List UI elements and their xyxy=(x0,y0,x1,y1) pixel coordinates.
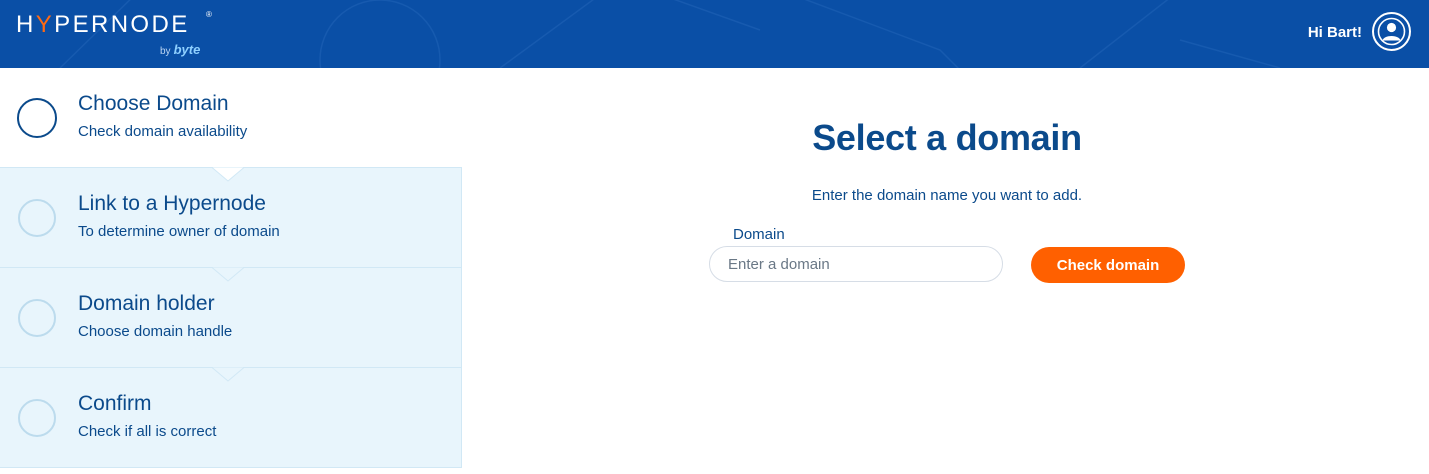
step-divider xyxy=(0,467,462,468)
step-subtitle: Choose domain handle xyxy=(78,323,233,340)
domain-field-label: Domain xyxy=(733,226,785,243)
step-title: Confirm xyxy=(78,392,152,415)
step-domain-holder[interactable]: Domain holder Choose domain handle xyxy=(0,268,462,368)
logo-wordmark: HYPERNODE xyxy=(16,11,190,38)
domain-input[interactable] xyxy=(709,246,1003,282)
check-domain-button[interactable]: Check domain xyxy=(1031,247,1185,283)
step-subtitle: To determine owner of domain xyxy=(78,223,280,240)
step-subtitle: Check if all is correct xyxy=(78,423,217,440)
step-arrow-notch xyxy=(212,367,244,382)
registered-mark: ® xyxy=(206,10,212,19)
page-title: Select a domain xyxy=(812,117,1082,158)
step-choose-domain[interactable]: Choose Domain Check domain availability xyxy=(0,68,462,168)
step-confirm[interactable]: Confirm Check if all is correct xyxy=(0,368,462,468)
logo-byline: by byte xyxy=(160,42,201,57)
step-indicator-circle xyxy=(18,299,56,337)
step-navigation: Choose Domain Check domain availability … xyxy=(0,68,462,474)
user-circle-icon[interactable] xyxy=(1372,12,1411,51)
step-subtitle: Check domain availability xyxy=(78,123,248,140)
step-indicator-circle xyxy=(17,98,57,138)
top-header: HYPERNODE ® by byte Hi Bart! xyxy=(0,0,1429,68)
step-arrow-notch xyxy=(212,167,244,182)
step-title: Link to a Hypernode xyxy=(78,192,266,215)
user-greeting: Hi Bart! xyxy=(1307,24,1362,41)
step-title: Choose Domain xyxy=(78,92,229,115)
page-description: Enter the domain name you want to add. xyxy=(811,187,1083,204)
step-indicator-circle xyxy=(18,199,56,237)
hypernode-logo[interactable]: HYPERNODE ® by byte xyxy=(16,9,226,59)
step-indicator-circle xyxy=(18,399,56,437)
step-link-hypernode[interactable]: Link to a Hypernode To determine owner o… xyxy=(0,168,462,268)
step-arrow-notch xyxy=(212,267,244,282)
step-title: Domain holder xyxy=(78,292,215,315)
